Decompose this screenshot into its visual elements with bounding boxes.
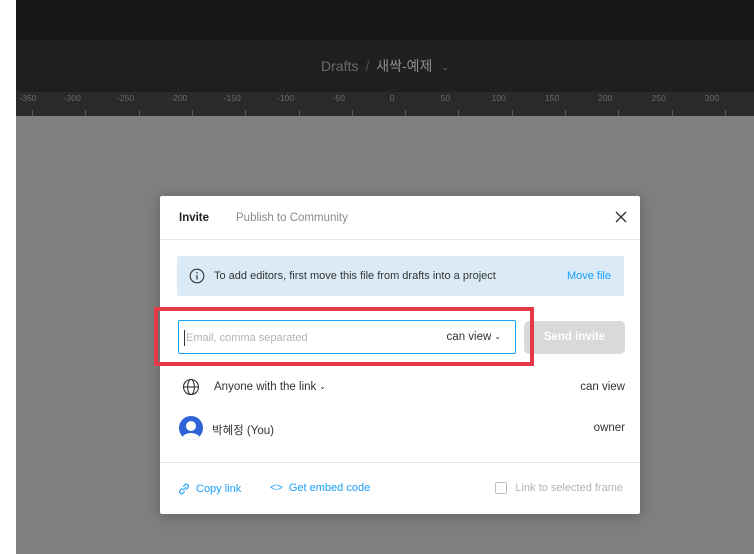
ruler-tick-mark [618,110,620,116]
ruler-tick-label: 0 [389,93,395,103]
link-access-dropdown[interactable]: Anyone with the link ⌄ [214,381,326,393]
ruler-tick-mark [191,110,193,116]
embed-code-button[interactable]: <> Get embed code [270,482,370,494]
ruler-tick-label: -50 [332,93,345,103]
ruler-tick-label: 200 [598,93,613,103]
text-cursor [184,330,185,346]
ruler-tick-mark [245,110,247,116]
ruler-tick-label: 50 [440,93,451,103]
dialog-header: Invite Publish to Community [160,196,640,240]
close-icon[interactable] [614,210,628,224]
ruler-tick-mark [671,110,673,116]
send-invite-button[interactable]: Send invite [524,321,625,354]
ruler-tick-mark [351,110,353,116]
ruler-tick-mark [565,110,566,116]
globe-icon [182,378,200,396]
ruler-tick-label: -200 [170,93,188,103]
ruler-tick-label: 100 [491,93,506,103]
email-input[interactable] [186,330,406,346]
ruler-tick-label: -250 [117,93,135,103]
dialog-footer: Copy link <> Get embed code Link to sele… [160,462,640,514]
invite-email-box[interactable]: can view⌄ [178,320,516,354]
ruler-tick-label: -300 [63,93,81,103]
member-name: 박혜정 (You) [212,425,275,437]
ruler-tick-mark [724,110,726,116]
code-icon: <> [270,482,283,494]
chevron-down-icon[interactable]: ⌄ [441,62,449,73]
ruler-tick-label: -150 [223,93,241,103]
ruler-tick-label: -350 [19,93,37,103]
file-title-bar: Drafts / 새싹-예제 ⌄ [16,40,754,92]
member-role: owner [593,422,625,434]
link-icon [179,483,189,495]
link-access-permission[interactable]: can view [580,381,625,393]
copy-link-label: Copy link [196,483,242,495]
link-access-label: Anyone with the link [214,381,317,393]
member-row: 박혜정 (You) owner [177,414,625,444]
ruler-tick-label: -100 [276,93,295,103]
ruler-tick-label: 150 [544,93,560,103]
link-to-frame-option[interactable]: Link to selected frame [495,482,623,494]
breadcrumb-drafts[interactable]: Drafts [321,58,358,74]
link-to-frame-checkbox[interactable] [495,482,508,494]
horizontal-ruler: -350 -300 -250 -200 -150 -100 -50 0 50 100 150 200 2… [16,92,754,116]
file-name[interactable]: 새싹-예제 [376,56,432,76]
chevron-down-icon: ⌄ [494,332,501,341]
chevron-down-icon: ⌄ [319,382,326,391]
ruler-tick-mark [32,110,33,116]
ruler-tick-mark [138,110,140,116]
move-file-link[interactable]: Move file [567,270,611,282]
permission-value: can view [446,331,492,343]
copy-link-button[interactable]: Copy link [177,482,241,496]
info-banner: To add editors, first move this file fro… [177,256,624,296]
ruler-tick-mark [298,110,300,116]
ruler-tick-mark [511,110,513,116]
avatar [179,416,203,440]
top-toolbar [16,0,754,40]
tab-invite[interactable]: Invite [179,212,209,224]
link-access-row: Anyone with the link ⌄ can view [177,374,625,402]
ruler-tick-mark [405,110,407,116]
embed-code-label: Get embed code [288,482,371,494]
ruler-tick-mark [458,110,460,116]
ruler-tick-mark [85,110,87,116]
info-icon [189,268,205,284]
share-dialog: Invite Publish to Community To add edito… [160,196,640,514]
banner-message: To add editors, first move this file fro… [214,270,496,282]
link-to-frame-label: Link to selected frame [515,482,623,494]
ruler-tick-label: 250 [651,93,666,103]
breadcrumb-separator: / [365,58,370,74]
ruler-tick-label: 300 [704,93,719,103]
permission-dropdown[interactable]: can view ⌄ [447,331,501,343]
tab-publish-to-community[interactable]: Publish to Community [236,212,348,224]
